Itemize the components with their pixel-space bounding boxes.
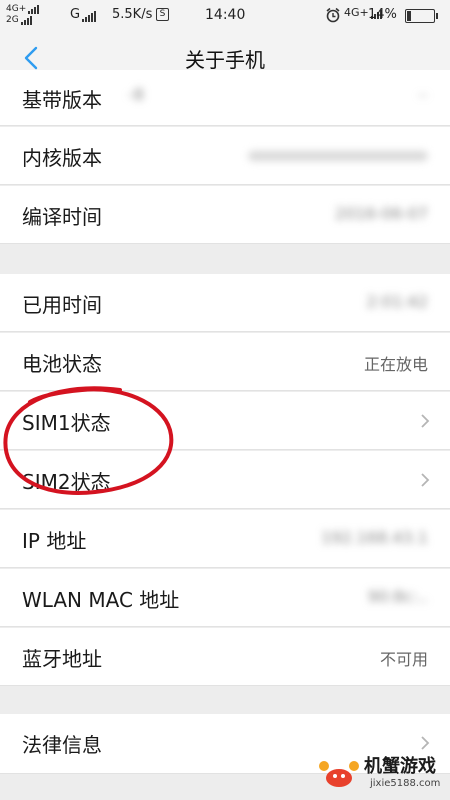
network-speed: 5.5K/s bbox=[112, 7, 153, 22]
list-item-ip-address[interactable]: IP 地址 192.168.43.1 bbox=[0, 510, 450, 568]
signal-bars-icon bbox=[20, 14, 32, 25]
clock: 14:40 bbox=[205, 7, 246, 23]
chevron-right-icon bbox=[421, 473, 430, 487]
watermark-url: jixie5188.com bbox=[370, 778, 441, 789]
signal-bars-icon bbox=[28, 3, 40, 14]
battery-icon bbox=[405, 9, 438, 23]
row-value: -8 bbox=[128, 85, 144, 104]
row-label: SIM1状态 bbox=[22, 411, 111, 435]
data-saver-icon: S bbox=[156, 8, 169, 21]
chevron-right-icon bbox=[421, 736, 430, 750]
alarm-icon bbox=[325, 7, 341, 27]
row-label: 基带版本 bbox=[22, 88, 102, 112]
list-item-sim1-status[interactable]: SIM1状态 bbox=[0, 392, 450, 450]
row-value: 正在放电 bbox=[363, 355, 428, 374]
crab-logo-icon bbox=[319, 761, 359, 787]
row-value: 2016-06-07 bbox=[335, 204, 428, 223]
watermark: 机蟹游戏 jixie5188.com bbox=[318, 752, 448, 798]
row-label: IP 地址 bbox=[22, 529, 87, 553]
row-value-tail: ·· bbox=[417, 86, 428, 105]
battery-percent: 14% bbox=[368, 7, 397, 22]
list-item-wlan-mac[interactable]: WLAN MAC 地址 90:8c:.. bbox=[0, 569, 450, 627]
row-label: 编译时间 bbox=[22, 205, 102, 229]
row-value: 192.168.43.1 bbox=[321, 528, 428, 547]
list-item-build-time[interactable]: 编译时间 2016-06-07 bbox=[0, 186, 450, 244]
row-value: 90:8c:.. bbox=[367, 587, 428, 606]
signal-bars-icon bbox=[82, 11, 97, 22]
network-type-2: 2G bbox=[6, 15, 19, 25]
carrier-g-label: G bbox=[70, 7, 97, 22]
list-item-battery-status[interactable]: 电池状态 正在放电 bbox=[0, 333, 450, 391]
list-item-uptime[interactable]: 已用时间 2:01:42 bbox=[0, 274, 450, 332]
list-item-sim2-status[interactable]: SIM2状态 bbox=[0, 451, 450, 509]
list-item-bluetooth-address[interactable]: 蓝牙地址 不可用 bbox=[0, 628, 450, 686]
status-bar: 4G+ 2G G 5.5K/s S 14:40 4G+ 14% bbox=[0, 0, 450, 32]
row-label: 已用时间 bbox=[22, 293, 102, 317]
network-type-1: 4G+ bbox=[6, 4, 27, 14]
row-value: 不可用 bbox=[379, 650, 428, 669]
list-item-kernel[interactable]: 内核版本 bbox=[0, 127, 450, 185]
row-value bbox=[248, 151, 428, 161]
row-label: SIM2状态 bbox=[22, 470, 111, 494]
list-item-baseband[interactable]: 基带版本 -8 ·· bbox=[0, 70, 450, 126]
row-label: WLAN MAC 地址 bbox=[22, 588, 180, 612]
chevron-right-icon bbox=[421, 414, 430, 428]
row-label: 电池状态 bbox=[22, 352, 102, 376]
page-title: 关于手机 bbox=[185, 48, 265, 72]
row-label: 蓝牙地址 bbox=[22, 647, 102, 671]
row-label: 法律信息 bbox=[22, 733, 102, 757]
row-label: 内核版本 bbox=[22, 146, 102, 170]
row-value: 2:01:42 bbox=[366, 292, 428, 311]
network-indicators: 4G+ 2G bbox=[6, 3, 40, 25]
watermark-name: 机蟹游戏 bbox=[364, 756, 436, 777]
